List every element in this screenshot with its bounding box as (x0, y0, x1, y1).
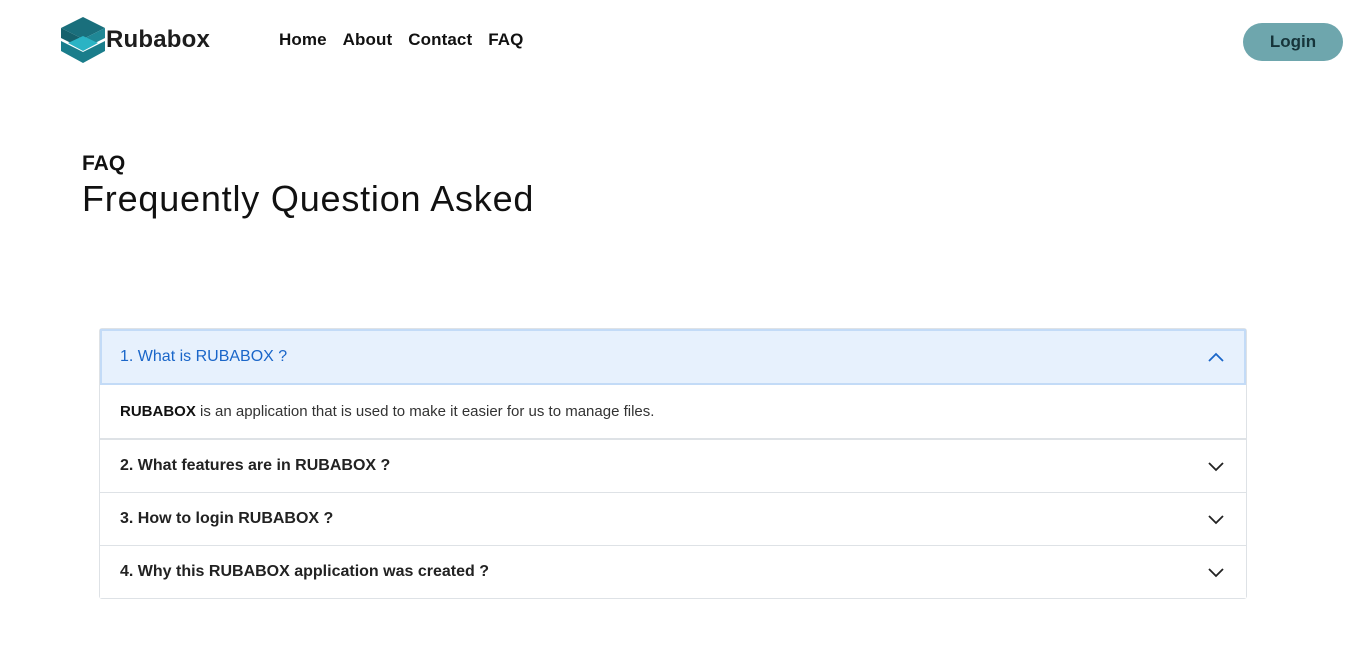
faq-answer-text: is an application that is used to make i… (195, 403, 655, 420)
faq-question-4-toggle[interactable]: 4. Why this RUBABOX application was crea… (100, 546, 1246, 598)
faq-item: 2. What features are in RUBABOX ? (100, 440, 1246, 493)
faq-accordion: 1. What is RUBABOX ? RUBABOX is an appli… (99, 328, 1247, 599)
nav-links: Home About Contact FAQ (279, 30, 523, 50)
nav-contact-link[interactable]: Contact (408, 30, 472, 50)
chevron-down-icon (1208, 568, 1224, 578)
faq-answer-strong: RUBABOX (120, 403, 196, 420)
chevron-up-icon (1208, 352, 1224, 362)
faq-item: 4. Why this RUBABOX application was crea… (100, 546, 1246, 598)
nav-faq-link[interactable]: FAQ (488, 30, 523, 50)
nav-home-link[interactable]: Home (279, 30, 327, 50)
section-label: FAQ (82, 152, 126, 175)
faq-question-3-toggle[interactable]: 3. How to login RUBABOX ? (100, 493, 1246, 545)
nav-about-link[interactable]: About (343, 30, 393, 50)
faq-question-2-toggle[interactable]: 2. What features are in RUBABOX ? (100, 440, 1246, 492)
faq-question-text: 2. What features are in RUBABOX ? (120, 457, 391, 474)
login-button[interactable]: Login (1243, 23, 1343, 61)
faq-question-text: 1. What is RUBABOX ? (120, 348, 288, 365)
faq-item: 1. What is RUBABOX ? RUBABOX is an appli… (100, 329, 1246, 440)
faq-question-text: 4. Why this RUBABOX application was crea… (120, 563, 489, 580)
faq-question-1-toggle[interactable]: 1. What is RUBABOX ? (100, 329, 1246, 385)
faq-question-text: 3. How to login RUBABOX ? (120, 510, 334, 527)
box-logo-icon (61, 17, 105, 63)
brand-name: Rubabox (106, 26, 211, 53)
faq-answer-1: RUBABOX is an application that is used t… (100, 385, 1246, 439)
chevron-down-icon (1208, 515, 1224, 525)
chevron-down-icon (1208, 462, 1224, 472)
faq-item: 3. How to login RUBABOX ? (100, 493, 1246, 546)
navbar: Rubabox Home About Contact FAQ Login (0, 0, 1355, 84)
page-title: Frequently Question Asked (82, 178, 535, 219)
brand-logo[interactable]: Rubabox (60, 16, 210, 64)
